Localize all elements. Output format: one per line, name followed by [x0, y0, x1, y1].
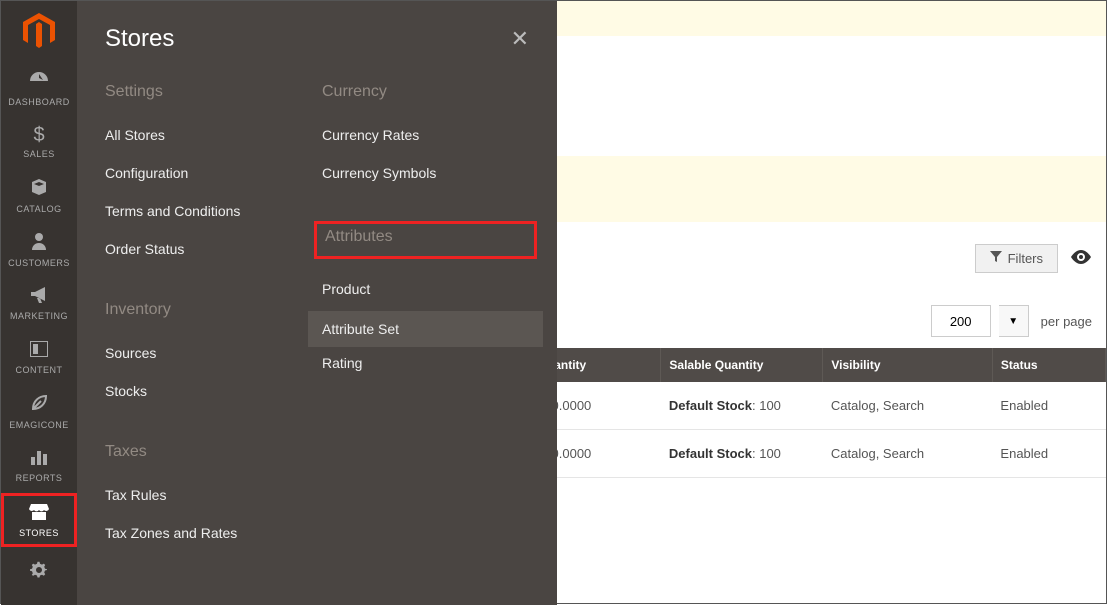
admin-sidebar-rail: DASHBOARD $SALES CATALOG CUSTOMERS MARKE…	[1, 1, 77, 605]
sidebar-item-system[interactable]	[1, 547, 77, 601]
sidebar-item-catalog[interactable]: CATALOG	[1, 169, 77, 223]
sidebar-item-dashboard[interactable]: DASHBOARD	[1, 61, 77, 115]
link-tax-rules[interactable]: Tax Rules	[105, 479, 312, 517]
person-icon	[31, 232, 47, 254]
link-attribute-set[interactable]: Attribute Set	[308, 311, 543, 347]
col-status[interactable]: Status	[992, 348, 1105, 382]
page-size-dropdown[interactable]: ▼	[999, 305, 1029, 337]
sidebar-item-content[interactable]: CONTENT	[1, 331, 77, 385]
section-taxes-title: Taxes	[105, 443, 312, 461]
sidebar-item-reports[interactable]: REPORTS	[1, 439, 77, 493]
sidebar-item-customers[interactable]: CUSTOMERS	[1, 223, 77, 277]
cell-visibility: Catalog, Search	[823, 430, 993, 478]
link-sources[interactable]: Sources	[105, 337, 312, 375]
flyout-title: Stores	[105, 25, 174, 53]
cell-status: Enabled	[992, 382, 1105, 430]
store-icon	[29, 502, 49, 524]
funnel-icon	[990, 251, 1002, 266]
section-attributes-title: Attributes	[325, 228, 526, 246]
attributes-highlight: Attributes	[314, 221, 537, 259]
cell-salable: Default Stock: 100	[661, 430, 823, 478]
box-icon	[30, 178, 48, 200]
sidebar-item-stores[interactable]: STORES	[1, 493, 77, 547]
link-terms-conditions[interactable]: Terms and Conditions	[105, 195, 312, 233]
sidebar-item-emagicone[interactable]: EMAGICONE	[1, 385, 77, 439]
sidebar-item-sales[interactable]: $SALES	[1, 115, 77, 169]
link-product[interactable]: Product	[322, 273, 529, 311]
eye-icon[interactable]	[1070, 247, 1092, 270]
close-icon[interactable]: ✕	[511, 26, 529, 52]
link-tax-zones-rates[interactable]: Tax Zones and Rates	[105, 517, 312, 555]
filters-button[interactable]: Filters	[975, 244, 1058, 273]
stores-flyout: Stores ✕ Settings All Stores Configurati…	[77, 1, 557, 605]
gauge-icon	[29, 69, 49, 93]
link-stocks[interactable]: Stocks	[105, 375, 312, 413]
dollar-icon: $	[33, 125, 44, 145]
section-currency-title: Currency	[322, 83, 529, 101]
bar-chart-icon	[30, 449, 48, 469]
magento-logo[interactable]	[1, 1, 77, 61]
link-currency-symbols[interactable]: Currency Symbols	[322, 157, 529, 195]
cell-visibility: Catalog, Search	[823, 382, 993, 430]
link-all-stores[interactable]: All Stores	[105, 119, 312, 157]
per-page-label: per page	[1041, 314, 1092, 329]
link-rating[interactable]: Rating	[322, 347, 529, 385]
link-order-status[interactable]: Order Status	[105, 233, 312, 271]
section-settings-title: Settings	[105, 83, 312, 101]
cell-status: Enabled	[992, 430, 1105, 478]
col-visibility[interactable]: Visibility	[823, 348, 993, 382]
leaf-icon	[30, 394, 48, 416]
sidebar-item-marketing[interactable]: MARKETING	[1, 277, 77, 331]
section-inventory-title: Inventory	[105, 301, 312, 319]
filters-label: Filters	[1008, 251, 1043, 266]
cell-salable: Default Stock: 100	[661, 382, 823, 430]
page-size-input[interactable]	[931, 305, 991, 337]
col-salable-quantity[interactable]: Salable Quantity	[661, 348, 823, 382]
megaphone-icon	[29, 287, 49, 307]
layout-icon	[30, 341, 48, 361]
link-currency-rates[interactable]: Currency Rates	[322, 119, 529, 157]
gear-icon	[30, 561, 48, 583]
link-configuration[interactable]: Configuration	[105, 157, 312, 195]
